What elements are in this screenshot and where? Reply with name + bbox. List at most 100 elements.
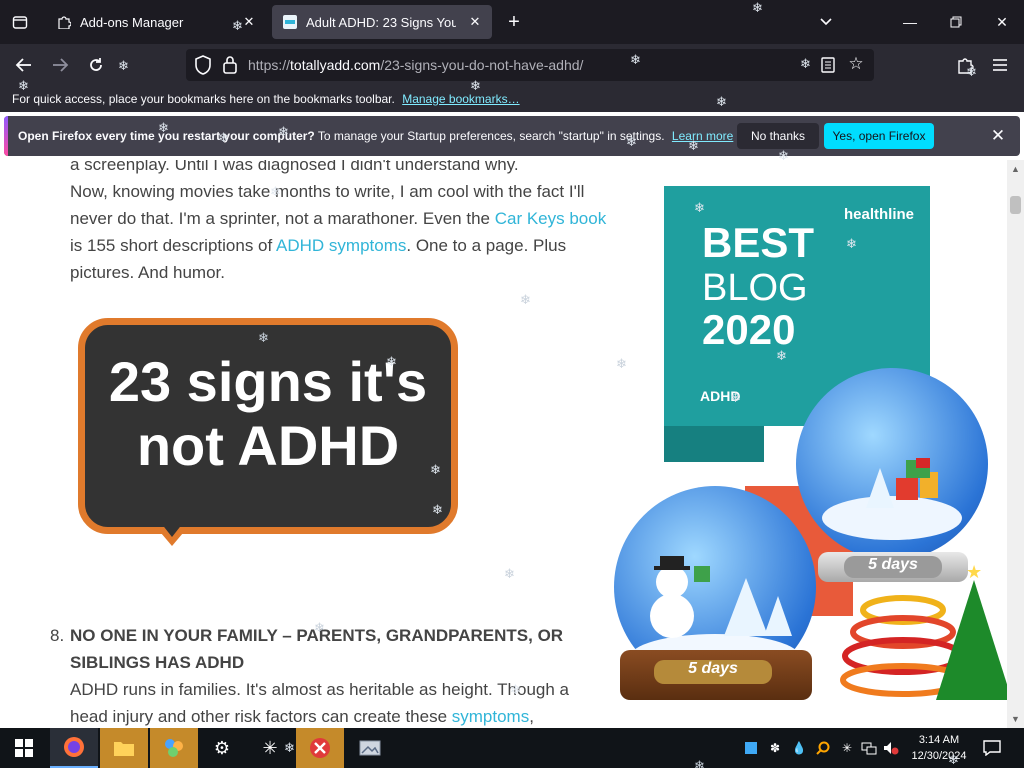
reload-button[interactable] [82, 51, 110, 79]
reload-icon [90, 58, 102, 71]
notification-title: Open Firefox every time you restart your… [18, 129, 315, 143]
tab-addons-manager[interactable]: Add-ons Manager ✕ [46, 5, 266, 39]
app-menu-button[interactable] [986, 51, 1014, 79]
network-icon[interactable] [860, 738, 878, 758]
url-domain: totallyadd.com [290, 57, 381, 73]
puzzle-icon [958, 58, 974, 74]
tray-blue-square-icon[interactable] [742, 738, 760, 758]
back-arrow-icon [15, 58, 31, 72]
car-keys-book-link[interactable]: Car Keys book [495, 209, 607, 228]
tray-droplet-icon[interactable]: 💧 [790, 738, 808, 758]
speech-line-2: not ADHD [136, 414, 400, 477]
list-number: 8. [50, 626, 65, 645]
tab-bar: Add-ons Manager ✕ Adult ADHD: 23 Signs Y… [0, 0, 1024, 44]
firefox-view-button[interactable] [6, 8, 34, 36]
snowflake-icon: ✳ [262, 737, 278, 758]
speech-bubble-text: 23 signs it's not ADHD [78, 350, 458, 478]
tab-adult-adhd[interactable]: Adult ADHD: 23 Signs You Do Not ✕ [272, 5, 492, 39]
image-viewer-icon [359, 740, 381, 756]
back-button[interactable] [10, 51, 38, 79]
badge-best: BEST [702, 219, 815, 266]
learn-more-link[interactable]: Learn more [672, 129, 733, 143]
taskbar-snow-app[interactable]: ✳ [246, 728, 294, 768]
adhd-symptoms-link[interactable]: ADHD symptoms [276, 236, 406, 255]
snow-globe-right-label: 5 days [844, 556, 942, 578]
christmas-tree-icon [936, 580, 1007, 700]
red-x-icon [310, 738, 330, 758]
symptoms-link[interactable]: symptoms [452, 707, 529, 726]
tray-app-icon[interactable]: ✽ [766, 738, 784, 758]
forward-arrow-icon [53, 58, 69, 72]
list-item-heading: NO ONE IN YOUR FAMILY – PARENTS, GRANDPA… [70, 626, 564, 672]
extensions-button[interactable] [952, 51, 980, 79]
new-tab-button[interactable]: + [502, 10, 526, 34]
badge-category: ADHD [700, 388, 741, 404]
tab-title: Adult ADHD: 23 Signs You Do Not [306, 14, 456, 30]
restore-icon [950, 16, 962, 28]
gear-icon: ⚙ [213, 737, 231, 758]
url-text[interactable]: https://totallyadd.com/23-signs-you-do-n… [248, 57, 583, 73]
speech-bubble-tail-inner [157, 518, 187, 537]
tracking-protection-shield-icon[interactable] [194, 55, 212, 75]
taskbar-settings[interactable]: ⚙ [198, 728, 246, 768]
address-bar[interactable]: https://totallyadd.com/23-signs-you-do-n… [186, 49, 874, 81]
close-window-button[interactable]: ✕ [980, 6, 1024, 38]
windows-taskbar: ⚙ ✳ ✽ 💧 ✳ 3:14 AM 12/30/2024 [0, 728, 1024, 768]
forward-button[interactable] [46, 51, 74, 79]
paragraph-text: is 155 short descriptions of [70, 236, 277, 255]
tray-snowflake-icon[interactable]: ✳ [838, 738, 856, 758]
totallyadd-icon [282, 14, 298, 30]
badge-ribbon [664, 426, 764, 462]
tray-search-icon[interactable] [814, 738, 832, 758]
taskbar-app-close[interactable] [296, 728, 344, 768]
taskbar-app-7[interactable] [346, 728, 394, 768]
colorful-app-icon [165, 739, 183, 757]
hamburger-menu-icon [993, 59, 1007, 71]
default-browser-notification: Open Firefox every time you restart your… [4, 116, 1020, 156]
puzzle-icon [56, 14, 72, 30]
page-scrollbar[interactable]: ▲ ▼ [1007, 160, 1024, 728]
close-tab-icon[interactable]: ✕ [240, 13, 258, 31]
notification-accent [4, 116, 8, 156]
no-thanks-button[interactable]: No thanks [737, 123, 819, 149]
article-paragraph: Now, knowing movies take months to write… [70, 178, 610, 286]
taskbar-clock[interactable]: 3:14 AM 12/30/2024 [902, 732, 976, 764]
firefox-icon [64, 737, 84, 757]
badge-year: 2020 [702, 306, 796, 353]
navigation-toolbar: https://totallyadd.com/23-signs-you-do-n… [0, 44, 1024, 86]
start-button[interactable] [0, 728, 48, 768]
action-center-icon[interactable] [980, 736, 1004, 760]
close-tab-icon[interactable]: ✕ [466, 13, 484, 31]
windows-logo-icon [15, 739, 33, 757]
taskbar-firefox[interactable] [50, 728, 98, 768]
taskbar-file-explorer[interactable] [100, 728, 148, 768]
article-text-line: a screenplay. Until I was diagnosed I di… [70, 160, 519, 174]
bookmarks-toolbar: For quick access, place your bookmarks h… [0, 86, 1024, 112]
badge-blog: BLOG [702, 267, 808, 309]
notification-message: Open Firefox every time you restart your… [18, 129, 733, 143]
restore-button[interactable] [934, 6, 978, 38]
bookmark-star-icon[interactable]: ☆ [846, 54, 866, 74]
scroll-up-arrow-icon[interactable]: ▲ [1009, 162, 1022, 176]
volume-muted-icon[interactable] [882, 738, 900, 758]
taskbar-app-3[interactable] [150, 728, 198, 768]
scroll-down-arrow-icon[interactable]: ▼ [1009, 712, 1022, 726]
lock-icon[interactable] [222, 55, 238, 75]
list-item-body: ADHD runs in families. It's almost as he… [70, 676, 610, 728]
firefox-view-icon [12, 16, 28, 29]
minimize-button[interactable]: — [888, 6, 932, 38]
tab-title: Add-ons Manager [80, 14, 184, 30]
list-all-tabs-chevron-icon[interactable] [814, 10, 838, 34]
manage-bookmarks-link[interactable]: Manage bookmarks… [402, 92, 519, 106]
gifts-scene-icon [822, 458, 962, 540]
healthline-logo: healthline [843, 206, 914, 223]
clock-date: 12/30/2024 [911, 750, 967, 762]
url-path: /23-signs-you-do-not-have-adhd/ [380, 57, 584, 73]
close-notification-icon[interactable]: ✕ [988, 126, 1008, 146]
open-firefox-button[interactable]: Yes, open Firefox [824, 123, 934, 149]
folder-icon [114, 742, 134, 756]
reader-view-icon[interactable] [818, 55, 838, 75]
star-icon: ★ [966, 562, 983, 582]
screen: Add-ons Manager ✕ Adult ADHD: 23 Signs Y… [0, 0, 1024, 768]
scrollbar-thumb[interactable] [1010, 196, 1021, 214]
